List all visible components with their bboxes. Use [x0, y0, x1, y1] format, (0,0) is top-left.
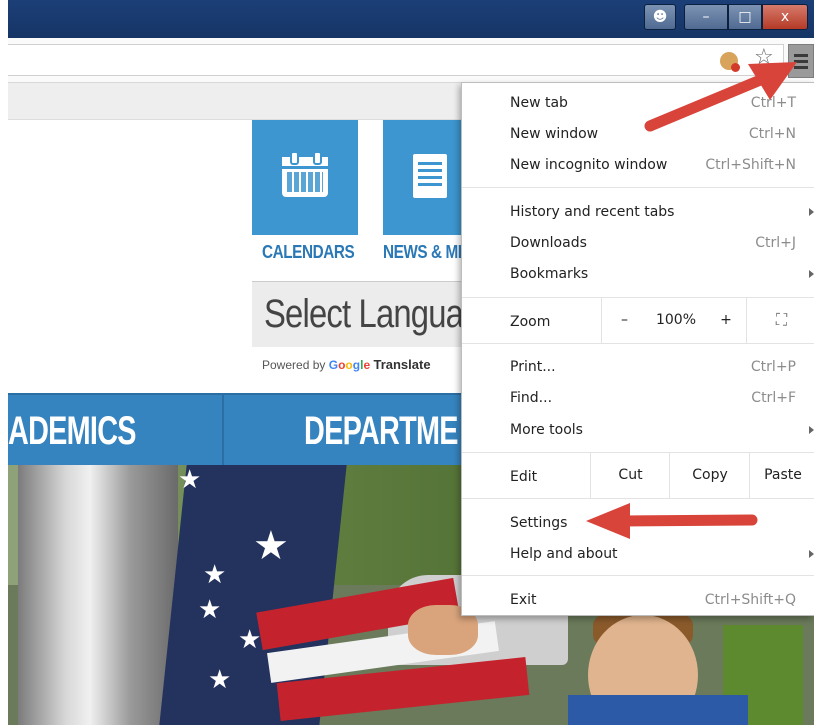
arrow-to-menu-icon: [644, 62, 797, 132]
annotation-arrows: [586, 62, 797, 539]
arrow-to-settings: [586, 503, 758, 539]
